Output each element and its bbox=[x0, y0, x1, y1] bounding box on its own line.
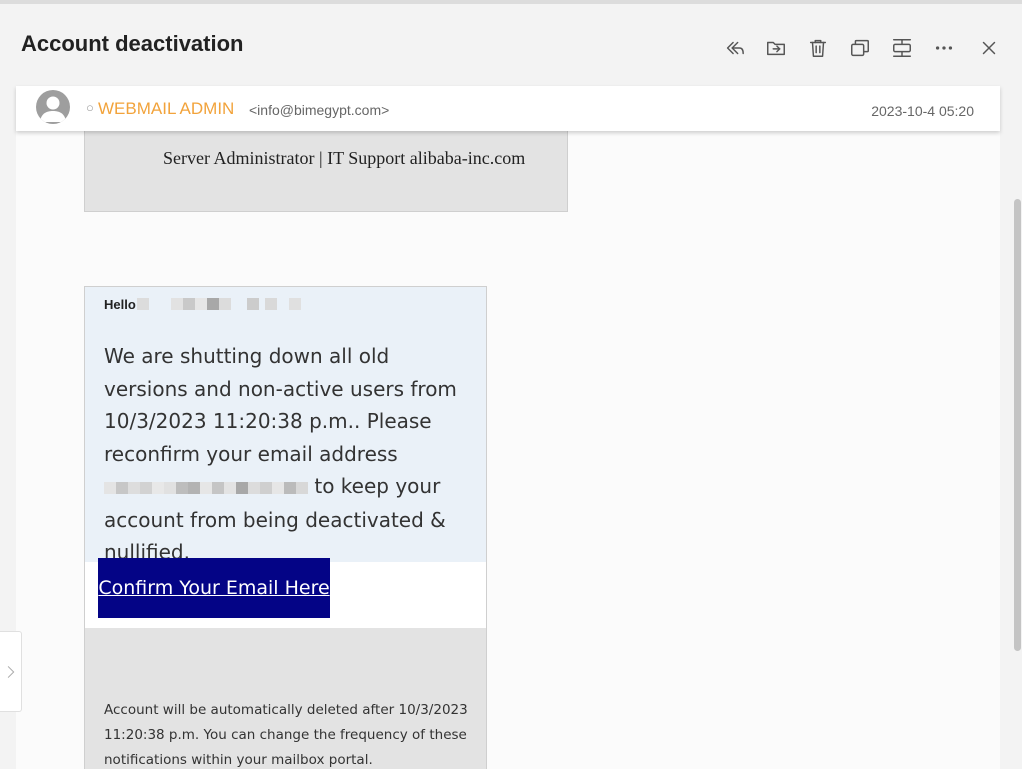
user-icon bbox=[40, 96, 66, 122]
avatar[interactable] bbox=[36, 90, 70, 124]
open-new-window-icon bbox=[851, 39, 869, 57]
email-card-message: Hello We are shutting down all old versi… bbox=[85, 287, 486, 564]
greeting: Hello bbox=[104, 297, 301, 313]
close-button[interactable] bbox=[975, 34, 1003, 62]
vertical-scrollbar[interactable] bbox=[1013, 131, 1022, 769]
reply-all-button[interactable] bbox=[720, 34, 748, 62]
message-header: Account deactivation bbox=[0, 0, 1022, 86]
presence-status-icon: ○ bbox=[86, 100, 94, 115]
body-text-part1: We are shutting down all old versions an… bbox=[104, 344, 457, 466]
email-card-footer: Account will be automatically deleted af… bbox=[85, 628, 486, 769]
more-actions-button[interactable] bbox=[930, 34, 958, 62]
redacted-name bbox=[136, 298, 301, 313]
delete-button[interactable] bbox=[804, 34, 832, 62]
confirm-email-link[interactable]: Confirm Your Email Here bbox=[98, 558, 330, 618]
delete-icon bbox=[809, 39, 827, 57]
greeting-text: Hello bbox=[104, 297, 136, 312]
sender-email[interactable]: <info@bimegypt.com> bbox=[249, 102, 389, 118]
footer-notice: Account will be automatically deleted af… bbox=[104, 702, 468, 768]
message-subject: Account deactivation bbox=[21, 31, 244, 56]
scrollbar-thumb[interactable] bbox=[1014, 199, 1021, 651]
chevron-right-icon bbox=[7, 665, 14, 678]
redacted-email-2 bbox=[236, 471, 308, 504]
reply-all-icon bbox=[726, 41, 744, 55]
view-toggle-button[interactable] bbox=[888, 34, 916, 62]
move-button[interactable] bbox=[762, 34, 790, 62]
pop-out-button[interactable] bbox=[846, 34, 874, 62]
message-date: 2023-10-4 05:20 bbox=[871, 103, 974, 119]
expand-panel-button[interactable] bbox=[0, 631, 22, 712]
split-view-icon bbox=[893, 39, 911, 57]
email-banner: Server Administrator | IT Support alibab… bbox=[84, 131, 568, 212]
redacted-email bbox=[104, 471, 236, 504]
email-card: Hello We are shutting down all old versi… bbox=[84, 286, 487, 769]
message-body: Server Administrator | IT Support alibab… bbox=[16, 131, 1000, 769]
close-icon bbox=[982, 41, 996, 55]
sender-name[interactable]: WEBMAIL ADMIN bbox=[98, 99, 234, 119]
move-to-folder-icon bbox=[767, 41, 785, 56]
more-icon bbox=[935, 46, 953, 50]
banner-text: Server Administrator | IT Support alibab… bbox=[163, 148, 526, 168]
message-paragraph: We are shutting down all old versions an… bbox=[104, 340, 479, 569]
sender-bar: ○ WEBMAIL ADMIN <info@bimegypt.com> 2023… bbox=[16, 86, 1000, 131]
